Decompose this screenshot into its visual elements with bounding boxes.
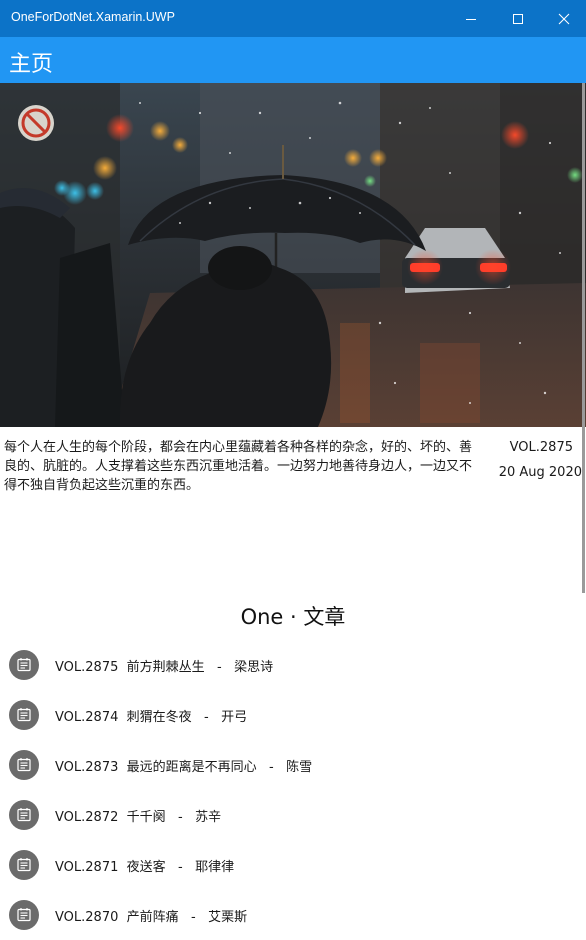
article-vol: VOL.2874: [55, 710, 119, 725]
article-author: 梁思诗: [234, 660, 274, 675]
article-author: 陈雪: [286, 760, 313, 775]
article-icon: [9, 750, 39, 780]
article-title: 刺猬在冬夜: [126, 710, 192, 725]
article-label: VOL.2872 千千阕 - 苏辛: [55, 810, 222, 825]
article-icon: [9, 650, 39, 680]
hero-image: [0, 83, 586, 427]
daily-date: 20 Aug 2020: [498, 465, 582, 480]
article-label: VOL.2870 产前阵痛 - 艾栗斯: [55, 910, 248, 925]
article-title: 夜送客: [126, 860, 166, 875]
article-vol: VOL.2870: [55, 910, 119, 925]
window-titlebar: OneForDotNet.Xamarin.UWP: [0, 0, 586, 37]
close-button[interactable]: [541, 0, 586, 37]
close-icon: [558, 13, 570, 24]
window-title: OneForDotNet.Xamarin.UWP: [11, 10, 175, 24]
daily-vol: VOL.2875: [509, 440, 573, 455]
article-item[interactable]: VOL.2875 前方荆棘丛生 - 梁思诗: [0, 640, 586, 690]
article-label: VOL.2873 最远的距离是不再同心 - 陈雪: [55, 760, 313, 775]
rainy-street-image: [0, 83, 586, 427]
article-label: VOL.2874 刺猬在冬夜 - 开弓: [55, 710, 248, 725]
article-title: 最远的距离是不再同心: [126, 760, 257, 775]
article-author: 耶律律: [195, 860, 235, 875]
article-vol: VOL.2872: [55, 810, 119, 825]
article-author: 苏辛: [195, 810, 222, 825]
vertical-scrollbar[interactable]: [582, 83, 585, 593]
article-title: 前方荆棘丛生: [126, 660, 205, 675]
article-vol: VOL.2871: [55, 860, 119, 875]
article-vol: VOL.2875: [55, 660, 119, 675]
article-item[interactable]: VOL.2872 千千阕 - 苏辛: [0, 790, 586, 840]
article-item[interactable]: VOL.2873 最远的距离是不再同心 - 陈雪: [0, 740, 586, 790]
article-icon: [9, 900, 39, 930]
minimize-button[interactable]: [448, 0, 494, 37]
article-author: 开弓: [221, 710, 248, 725]
article-item[interactable]: VOL.2874 刺猬在冬夜 - 开弓: [0, 690, 586, 740]
maximize-button[interactable]: [495, 0, 541, 37]
page-title: 主页: [9, 52, 54, 77]
daily-quote: 每个人在人生的每个阶段，都会在内心里蕴藏着各种各样的杂念，好的、坏的、善良的、肮…: [4, 440, 473, 493]
article-icon: [9, 800, 39, 830]
article-label: VOL.2871 夜送客 - 耶律律: [55, 860, 235, 875]
article-author: 艾栗斯: [208, 910, 248, 925]
minimize-icon: [466, 18, 476, 20]
app-header: 主页: [0, 37, 586, 83]
article-title: 千千阕: [126, 810, 166, 825]
section-title: One · 文章: [240, 605, 346, 629]
article-icon: [9, 850, 39, 880]
article-vol: VOL.2873: [55, 760, 119, 775]
article-icon: [9, 700, 39, 730]
maximize-icon: [513, 13, 523, 24]
article-label: VOL.2875 前方荆棘丛生 - 梁思诗: [55, 660, 274, 675]
article-title: 产前阵痛: [126, 910, 179, 925]
article-item[interactable]: VOL.2871 夜送客 - 耶律律: [0, 840, 586, 890]
